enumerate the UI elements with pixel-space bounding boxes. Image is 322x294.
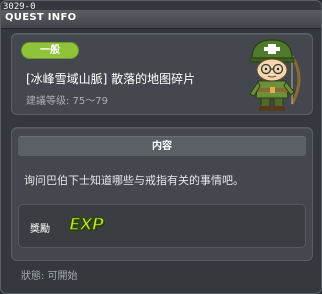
quest-info-window: 3029-0 QUEST INFO 一般 [冰峰雪域山脈] 散落的地图碎片 建議…	[0, 0, 322, 294]
quest-description: 询问巴伯下士知道哪些与戒指有关的事情吧。	[24, 174, 244, 187]
category-badge: 一般	[21, 42, 79, 59]
exp-reward-icon[interactable]: EXP	[68, 214, 105, 236]
quest-header-panel: 一般 [冰峰雪域山脈] 散落的地图碎片 建議等级: 75～79	[11, 33, 313, 115]
window-title: QUEST INFO	[5, 12, 77, 23]
recommended-level: 建議等级: 75～79	[26, 96, 108, 107]
quest-status: 狀態: 可開始	[21, 271, 78, 282]
quest-content-panel: 内容 询问巴伯下士知道哪些与戒指有关的事情吧。 獎勵 EXP	[11, 127, 313, 261]
content-header: 内容	[18, 136, 306, 156]
quest-name: [冰峰雪域山脈] 散落的地图碎片	[26, 72, 196, 86]
title-bar[interactable]: QUEST INFO	[1, 10, 321, 29]
reward-box: 獎勵 EXP	[18, 204, 306, 248]
npc-soldier-icon	[249, 39, 301, 111]
reward-label: 獎勵	[30, 224, 50, 235]
